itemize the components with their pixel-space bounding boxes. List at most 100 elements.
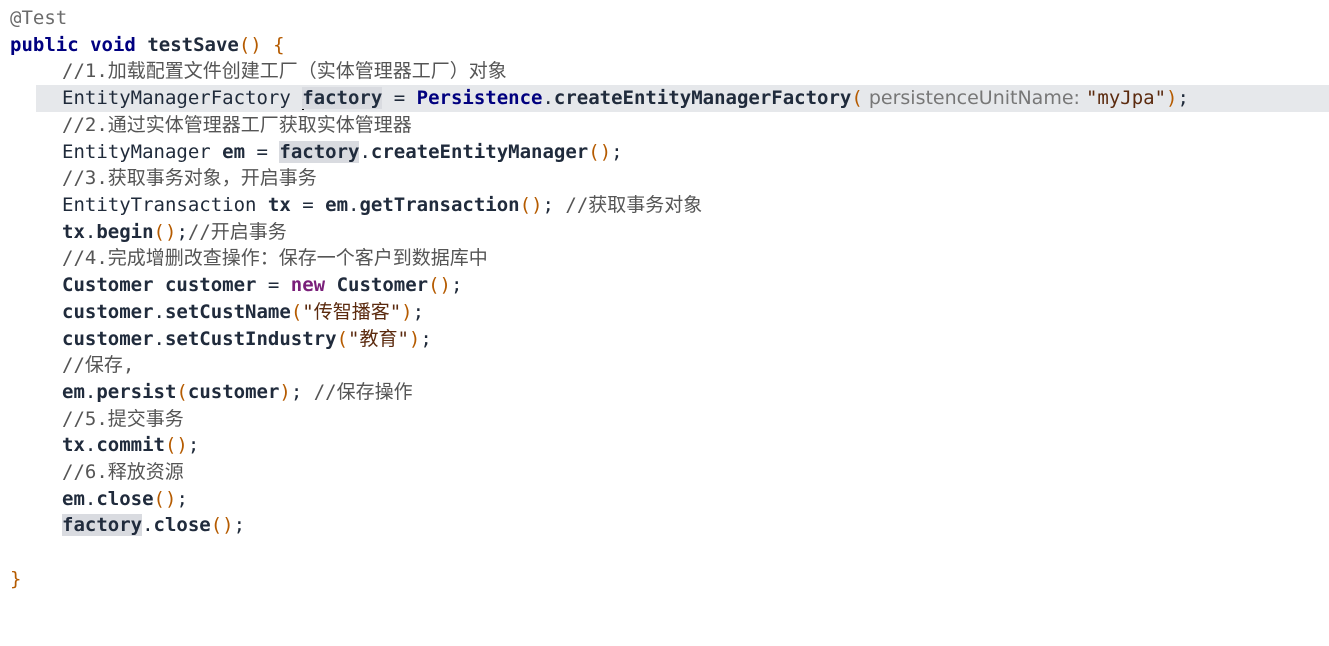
code-line[interactable]: public void testSave() { [0,32,1329,59]
variable-customer: customer [62,328,154,350]
dot: . [348,194,360,216]
method-name: persist [96,381,177,403]
comment: //保存, [62,354,135,376]
dot: . [153,328,165,350]
method-name: createEntityManagerFactory [553,87,852,109]
variable-factory: factory [62,514,143,536]
paren: () [153,488,177,510]
code-line[interactable]: EntityManager em = factory.createEntityM… [0,139,1329,166]
method-name: begin [96,221,154,243]
operator: = [245,141,280,163]
closing-brace: } [10,568,22,590]
operator: = [256,274,291,296]
code-line[interactable]: //保存, [0,352,1329,379]
paren: ) [408,328,421,350]
code-line[interactable]: //2.通过实体管理器工厂获取实体管理器 [0,112,1329,139]
code-line[interactable]: customer.setCustIndustry("教育"); [0,326,1329,353]
keyword-new: new [290,274,326,296]
semicolon: ; [290,381,314,403]
dot: . [84,381,97,403]
code-line[interactable]: Customer customer = new Customer(); [0,272,1329,299]
paren: ( [336,328,349,350]
comment: //1.加载配置文件创建工厂（实体管理器工厂）对象 [62,60,507,82]
dot: . [84,221,97,243]
code-line[interactable]: } [0,566,1329,593]
class-name: Customer [325,274,429,296]
paren: ( [290,301,303,323]
type-name: Customer [62,274,165,296]
keyword: void [90,34,136,56]
method-name: setCustIndustry [164,328,337,350]
brace: { [261,34,285,56]
class-name: Persistence [416,87,543,109]
variable-em: em [62,488,85,510]
code-line[interactable]: //6.释放资源 [0,459,1329,486]
paren: ( [176,381,188,403]
operator: = [290,194,326,216]
semicolon: ; [187,434,200,456]
semicolon: ; [233,514,246,536]
paren: () [153,221,177,243]
semicolon: ; [176,488,188,510]
method-name: setCustName [164,301,291,323]
paren: () [588,141,612,163]
code-line[interactable]: //3.获取事务对象，开启事务 [0,165,1329,192]
string-literal: "教育" [348,328,409,350]
paren: () [519,194,543,216]
code-line[interactable]: em.close(); [0,486,1329,513]
type-name: EntityManager [62,141,223,163]
comment: //保存操作 [313,381,413,403]
current-code-line[interactable]: EntityManagerFactory factory = Persisten… [0,85,1329,112]
code-line[interactable]: em.persist(customer); //保存操作 [0,379,1329,406]
code-line[interactable]: factory.close(); [0,512,1329,539]
type-name: EntityManagerFactory [62,87,303,109]
dot: . [542,87,554,109]
method-name: testSave [147,34,239,56]
code-line[interactable]: tx.commit(); [0,432,1329,459]
method-name: close [153,514,211,536]
comment: //开启事务 [187,221,287,243]
paren: ( [238,34,251,56]
paren: () [164,434,188,456]
code-line[interactable]: customer.setCustName("传智播客"); [0,299,1329,326]
comment: //2.通过实体管理器工厂获取实体管理器 [62,114,412,136]
paren: () [428,274,451,296]
method-name: createEntityManager [370,141,589,163]
variable-factory: factory [279,141,360,163]
code-line[interactable]: //4.完成增删改查操作：保存一个客户到数据库中 [0,245,1329,272]
type-name: EntityTransaction [62,194,268,216]
method-name: commit [96,434,165,456]
comment: //获取事务对象 [565,194,703,216]
semicolon: ; [1177,87,1189,109]
paren: ) [279,381,291,403]
code-line[interactable]: tx.begin();//开启事务 [0,219,1329,246]
parameter-hint: persistenceUnitName: [862,87,1086,109]
code-editor[interactable]: @Test public void testSave() { //1.加载配置文… [0,0,1329,595]
variable-customer: customer [62,301,154,323]
comment: //6.释放资源 [62,461,184,483]
dot: . [359,141,371,163]
code-line[interactable]: @Test [0,5,1329,32]
method-name: close [96,488,154,510]
dot: . [84,434,97,456]
keyword: public [10,34,79,56]
semicolon: ; [611,141,623,163]
comment: //3.获取事务对象，开启事务 [62,167,317,189]
semicolon: ; [542,194,566,216]
paren: ) [401,301,413,323]
code-line[interactable]: //1.加载配置文件创建工厂（实体管理器工厂）对象 [0,58,1329,85]
code-line[interactable]: //5.提交事务 [0,406,1329,433]
paren: ) [250,34,262,56]
variable-factory: factory [302,87,383,109]
variable-em: em [62,381,85,403]
variable-customer: customer [187,381,280,403]
comment: //5.提交事务 [62,408,184,430]
operator: = [382,87,417,109]
paren: ) [1166,87,1178,109]
dot: . [153,301,165,323]
variable-em: em [222,141,246,163]
method-name: getTransaction [359,194,520,216]
paren: ( [851,87,863,109]
code-line[interactable]: EntityTransaction tx = em.getTransaction… [0,192,1329,219]
semicolon: ; [412,301,425,323]
